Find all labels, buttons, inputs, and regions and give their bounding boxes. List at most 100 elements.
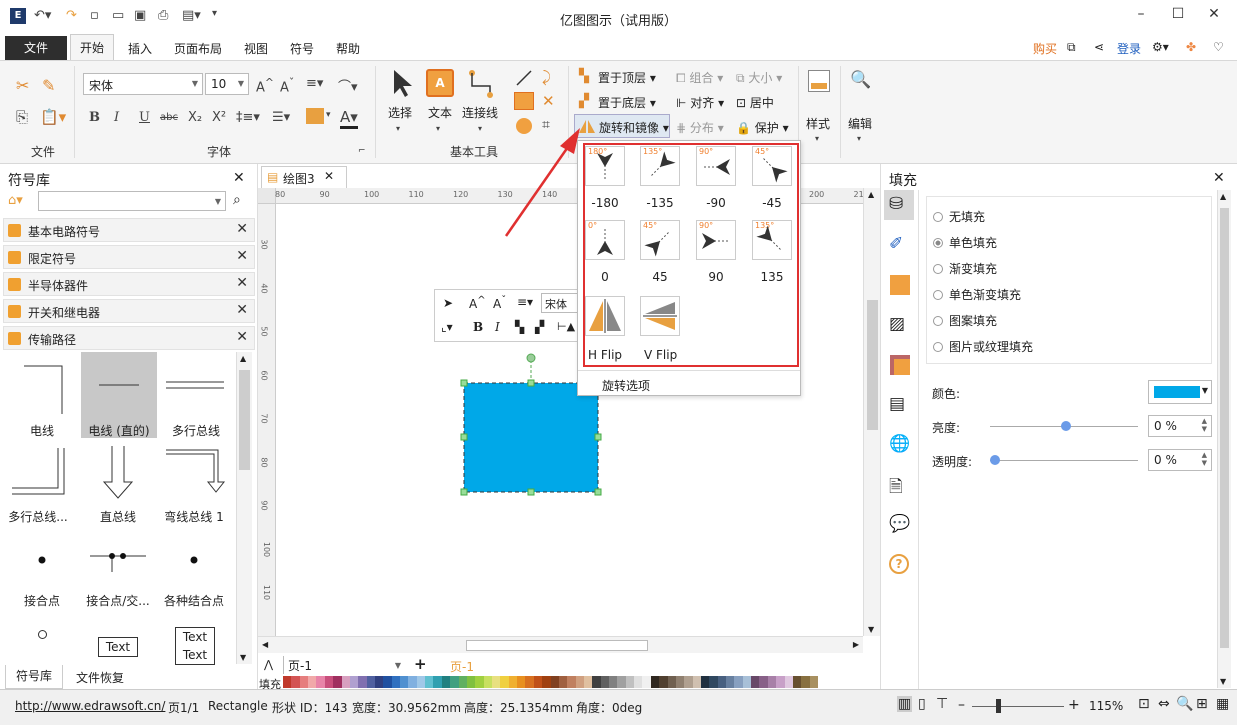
brightness-input[interactable]: 0 % ▲ ▼	[1148, 415, 1212, 437]
fit-width-icon[interactable]: ⊡	[1138, 696, 1150, 712]
zoom-level[interactable]: 115%	[1089, 699, 1123, 713]
symbol-multi-bus[interactable]: 多行总线	[158, 352, 234, 439]
bold-icon[interactable]: B	[89, 110, 100, 125]
zoom-slider[interactable]	[972, 706, 1064, 707]
palette-swatch[interactable]	[383, 676, 392, 688]
text-dropdown-icon[interactable]: ▾	[436, 124, 440, 133]
rectangle-tool-icon[interactable]	[514, 92, 534, 110]
align-button[interactable]: ⊩ 对齐 ▾	[676, 94, 724, 111]
curve-tool-icon[interactable]: ⤸	[542, 68, 551, 86]
symbol-open-junction[interactable]	[38, 630, 47, 639]
presentation-icon[interactable]: ⊤	[936, 696, 948, 712]
symbol-text-stack[interactable]: Text Text	[175, 627, 215, 665]
h-flip-button[interactable]	[585, 296, 625, 336]
document-tab[interactable]: ▤ 绘图3 ✕	[261, 166, 347, 188]
connector-tool-icon[interactable]	[466, 68, 496, 100]
zoom-out-icon[interactable]: –	[958, 697, 965, 713]
paste-icon[interactable]: 📋▾	[40, 108, 66, 126]
palette-swatch[interactable]	[466, 676, 476, 688]
fill-option[interactable]: 渐变填充	[933, 260, 997, 277]
font-color-icon[interactable]: A▾	[340, 108, 358, 129]
palette-swatch[interactable]	[567, 676, 576, 688]
select-pointer-icon[interactable]	[390, 68, 416, 98]
tab-file[interactable]: 文件	[5, 36, 67, 60]
format-painter-icon[interactable]: ✎	[42, 76, 55, 95]
palette-swatch[interactable]	[784, 676, 793, 688]
edit-button[interactable]: 编辑	[848, 115, 872, 132]
palette-swatch[interactable]	[767, 676, 777, 688]
tab-file-recovery[interactable]: 文件恢复	[76, 669, 124, 686]
tab-page-layout[interactable]: 页面布局	[174, 40, 222, 57]
palette-swatch[interactable]	[809, 676, 818, 688]
font-name-select[interactable]: 宋体 ▼	[83, 73, 203, 95]
font-dialog-launcher-icon[interactable]: ⌐	[358, 146, 366, 156]
palette-swatch[interactable]	[734, 676, 743, 688]
bring-front-icon[interactable]: ▚	[579, 69, 589, 84]
palette-swatch[interactable]	[341, 676, 350, 688]
palette-swatch[interactable]	[391, 676, 401, 688]
palette-swatch[interactable]	[416, 676, 426, 688]
category-transmission-path[interactable]: 传输路径 ✕	[3, 326, 255, 350]
send-back-icon[interactable]: ▞	[579, 94, 589, 109]
palette-swatch[interactable]	[500, 676, 509, 688]
category-semiconductor[interactable]: 半导体器件 ✕	[3, 272, 255, 296]
palette-swatch[interactable]	[625, 676, 635, 688]
shadow-icon[interactable]	[890, 275, 910, 295]
protect-button[interactable]: 🔒 保护 ▾	[736, 119, 789, 136]
bring-front-button[interactable]: 置于顶层 ▾	[598, 69, 656, 86]
help-icon[interactable]: ?	[889, 554, 909, 574]
scissors-tool-icon[interactable]: ✕	[542, 92, 555, 110]
layer-icon[interactable]	[890, 355, 910, 375]
symbol-wire[interactable]: 电线	[4, 352, 80, 439]
mini-italic-icon[interactable]: I	[495, 320, 500, 334]
palette-swatch[interactable]	[542, 676, 551, 688]
palette-swatch[interactable]	[650, 676, 660, 688]
distribute-button[interactable]: ⋕ 分布 ▾	[676, 119, 724, 136]
cut-icon[interactable]: ✂	[16, 76, 29, 95]
image-icon[interactable]: ▨	[889, 314, 911, 336]
brightness-slider-thumb[interactable]	[1061, 421, 1071, 431]
category-qualifying[interactable]: 限定符号 ✕	[3, 245, 255, 269]
palette-swatch[interactable]	[558, 676, 568, 688]
transparency-input[interactable]: 0 % ▲ ▼	[1148, 449, 1212, 471]
palette-swatch[interactable]	[550, 676, 559, 688]
align-text-icon[interactable]: ≡▾	[306, 76, 323, 91]
share-icon[interactable]: ⋖	[1094, 40, 1104, 54]
apps-icon[interactable]: ✤	[1186, 40, 1196, 54]
add-page-icon[interactable]: +	[414, 655, 427, 673]
send-back-button[interactable]: 置于底层 ▾	[598, 94, 656, 111]
palette-swatch[interactable]	[600, 676, 610, 688]
page-tab-active[interactable]: 页-1	[450, 658, 474, 675]
style-button[interactable]: 样式	[806, 115, 830, 132]
home-icon[interactable]: ⌂▾	[8, 193, 23, 208]
fill-option[interactable]: 图案填充	[933, 312, 997, 329]
fit-page-icon[interactable]: ▯	[918, 696, 926, 712]
mini-align-shapes-icon[interactable]: ⊢▲	[557, 320, 575, 333]
palette-swatch[interactable]	[717, 676, 727, 688]
palette-swatch[interactable]	[291, 676, 300, 688]
palette-swatch[interactable]	[592, 676, 601, 688]
rotate--45-button[interactable]: 45°	[752, 146, 792, 186]
rotate-90-button[interactable]: 90°	[696, 220, 736, 260]
palette-swatch[interactable]	[308, 676, 317, 688]
rotate--90-button[interactable]: 90°	[696, 146, 736, 186]
tab-symbol-library[interactable]: 符号库	[5, 665, 63, 689]
fit-window-icon[interactable]: ⇔	[1158, 696, 1170, 712]
bullets-icon[interactable]: ☰▾	[272, 110, 290, 125]
size-button[interactable]: ⧉ 大小 ▾	[736, 69, 782, 86]
close-document-icon[interactable]: ✕	[324, 169, 334, 183]
close-fill-panel-icon[interactable]: ✕	[1213, 170, 1225, 186]
v-flip-button[interactable]	[640, 296, 680, 336]
palette-swatch[interactable]	[675, 676, 685, 688]
palette-swatch[interactable]	[709, 676, 718, 688]
fill-bucket-icon[interactable]: ⛁	[889, 194, 911, 216]
mini-connector-icon[interactable]: ⌞▾	[441, 320, 453, 334]
tab-symbols[interactable]: 符号	[290, 40, 314, 57]
attachment-icon[interactable]: 🗎	[889, 474, 911, 497]
highlight-color-icon[interactable]	[306, 108, 324, 124]
palette-swatch[interactable]	[366, 676, 375, 688]
palette-swatch[interactable]	[634, 676, 643, 688]
strikethrough-icon[interactable]: abc	[160, 112, 178, 123]
italic-icon[interactable]: I	[114, 110, 119, 125]
palette-swatch[interactable]	[491, 676, 501, 688]
